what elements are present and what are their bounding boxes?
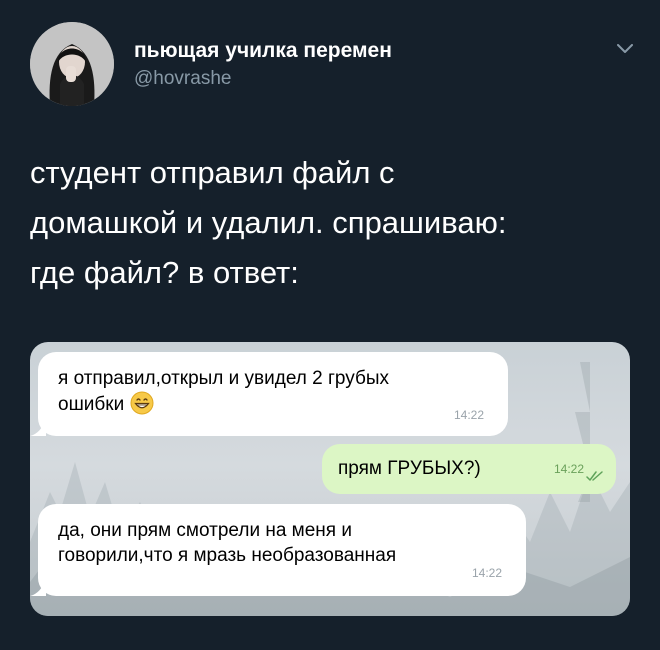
incoming-message[interactable]: я отправил,открыл и увидел 2 грубых ошиб… bbox=[30, 352, 508, 436]
display-name[interactable]: пьющая училка перемен bbox=[134, 38, 392, 64]
message-line: да, они прям смотрели на меня и bbox=[58, 520, 352, 541]
message-line: ошибки bbox=[58, 394, 125, 415]
message-line: прям ГРУБЫХ?) bbox=[338, 458, 481, 479]
message-time: 14:22 bbox=[453, 408, 484, 422]
avatar-photo bbox=[30, 22, 114, 106]
user-handle[interactable]: @hovrashe bbox=[134, 66, 392, 92]
user-block: пьющая училка перемен @hovrashe bbox=[134, 38, 392, 92]
avatar[interactable] bbox=[30, 22, 114, 106]
outgoing-message[interactable]: прям ГРУБЫХ?) 14:22 bbox=[322, 444, 616, 494]
attached-chat-screenshot[interactable]: я отправил,открыл и увидел 2 грубых ошиб… bbox=[30, 342, 630, 616]
bubble-tail bbox=[30, 420, 46, 436]
message-line-with-emoji: ошибки bbox=[58, 391, 498, 417]
message-line: говорили,что я мразь необразованная bbox=[58, 545, 397, 566]
message-text: я отправил,открыл и увидел 2 грубых ошиб… bbox=[58, 366, 498, 417]
message-text: да, они прям смотрели на меня и говорили… bbox=[58, 518, 518, 568]
double-check-icon bbox=[586, 471, 603, 481]
tweet-text-line: где файл? в ответ: bbox=[30, 255, 299, 290]
incoming-message[interactable]: да, они прям смотрели на меня и говорили… bbox=[30, 504, 526, 596]
grinning-face-emoji bbox=[130, 391, 154, 415]
message-time: 14:22 bbox=[471, 566, 502, 580]
message-line: я отправил,открыл и увидел 2 грубых bbox=[58, 368, 390, 389]
tweet-header: пьющая училка перемен @hovrashe bbox=[22, 12, 642, 112]
tweet-text-line: студент отправил файл с bbox=[30, 155, 395, 190]
chevron-down-icon[interactable] bbox=[614, 38, 636, 60]
tweet-text-line: домашкой и удалил. спрашиваю: bbox=[30, 205, 507, 240]
message-time: 14:22 bbox=[553, 462, 584, 476]
bubble-tail bbox=[30, 580, 46, 596]
tweet-text: студент отправил файл с домашкой и удали… bbox=[30, 148, 630, 298]
